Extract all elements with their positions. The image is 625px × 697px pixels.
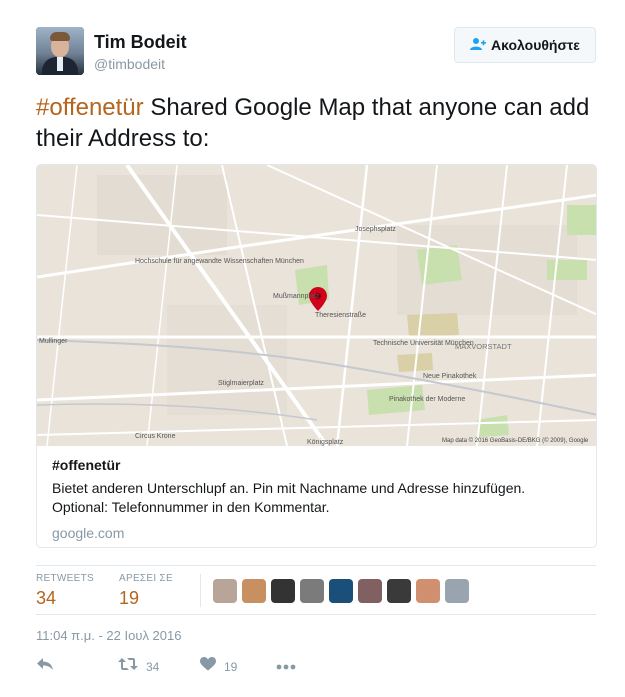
map-label-station2: Josephsplatz <box>355 226 396 233</box>
liker-avatar[interactable] <box>300 578 324 603</box>
more-icon <box>276 657 296 675</box>
likers-list <box>200 574 474 607</box>
link-card[interactable]: Theresienstraße Josephsplatz Stiglmaierp… <box>36 164 597 548</box>
map-label-area1: Mußmannplatz <box>273 293 320 300</box>
card-domain[interactable]: google.com <box>52 525 582 541</box>
tweet-timestamp[interactable]: 11:04 π.μ. - 22 Ιουλ 2016 <box>36 628 181 643</box>
follow-button[interactable]: Ακολουθήστε <box>454 27 596 63</box>
liker-avatar[interactable] <box>329 578 353 603</box>
card-title[interactable]: #offenetür <box>52 457 582 473</box>
add-user-icon <box>470 37 487 54</box>
map-label-station3: Stiglmaierplatz <box>218 380 264 387</box>
tweet-header: Tim Bodeit @timbodeit Ακολουθήστε <box>36 27 596 77</box>
map-label-station1: Theresienstraße <box>315 312 366 319</box>
tweet-hashtag[interactable]: #offenetür <box>36 94 144 121</box>
map-label-circus: Circus Krone <box>135 433 176 440</box>
liker-avatar[interactable] <box>445 578 469 603</box>
liker-avatar[interactable] <box>358 578 382 603</box>
reply-icon <box>36 657 54 676</box>
liker-avatar[interactable] <box>416 578 440 603</box>
retweet-icon <box>118 657 138 676</box>
retweets-label: RETWEETS <box>36 573 94 584</box>
avatar[interactable] <box>36 27 84 75</box>
retweet-button[interactable]: 34 <box>118 657 159 676</box>
map-image[interactable]: Theresienstraße Josephsplatz Stiglmaierp… <box>37 165 596 448</box>
map-label-station4: Königsplatz <box>307 439 344 446</box>
tweet-text: #offenetür Shared Google Map that anyone… <box>36 92 596 154</box>
likes-label: ΑΡΕΣΕΙ ΣΕ <box>119 573 173 584</box>
like-button[interactable]: 19 <box>200 657 237 676</box>
tweet-actions: 34 19 <box>36 657 336 677</box>
map-attribution: Map data © 2016 GeoBasis-DE/BKG (© 2009)… <box>442 437 589 444</box>
reply-button[interactable] <box>36 657 62 676</box>
liker-avatar[interactable] <box>387 578 411 603</box>
map-label-street1: Mullinger <box>39 338 68 345</box>
liker-avatar[interactable] <box>271 578 295 603</box>
retweet-count: 34 <box>146 659 160 674</box>
card-description: Bietet anderen Unterschlupf an. Pin mit … <box>52 480 526 515</box>
likes-stat[interactable]: ΑΡΕΣΕΙ ΣΕ 19 <box>119 573 173 609</box>
heart-icon <box>200 657 216 676</box>
tweet-stats: RETWEETS 34 ΑΡΕΣΕΙ ΣΕ 19 <box>36 565 596 615</box>
map-label-school: Hochschule für angewandte Wissenschaften… <box>135 258 304 265</box>
more-button[interactable] <box>276 657 304 675</box>
map-label-pinakothek2: Pinakothek der Moderne <box>389 396 465 403</box>
user-name[interactable]: Tim Bodeit <box>94 32 187 53</box>
map-label-pinakothek1: Neue Pinakothek <box>423 373 477 380</box>
like-count: 19 <box>224 659 238 674</box>
map-label-uni: Technische Universität München <box>373 340 474 347</box>
retweets-count: 34 <box>36 588 57 608</box>
liker-avatar[interactable] <box>213 578 237 603</box>
follow-button-label: Ακολουθήστε <box>491 37 580 53</box>
liker-avatar[interactable] <box>242 578 266 603</box>
card-body: #offenetür Bietet anderen Unterschlupf a… <box>52 457 582 541</box>
user-handle[interactable]: @timbodeit <box>94 56 165 72</box>
retweets-stat[interactable]: RETWEETS 34 <box>36 573 94 609</box>
likes-count: 19 <box>119 588 140 608</box>
